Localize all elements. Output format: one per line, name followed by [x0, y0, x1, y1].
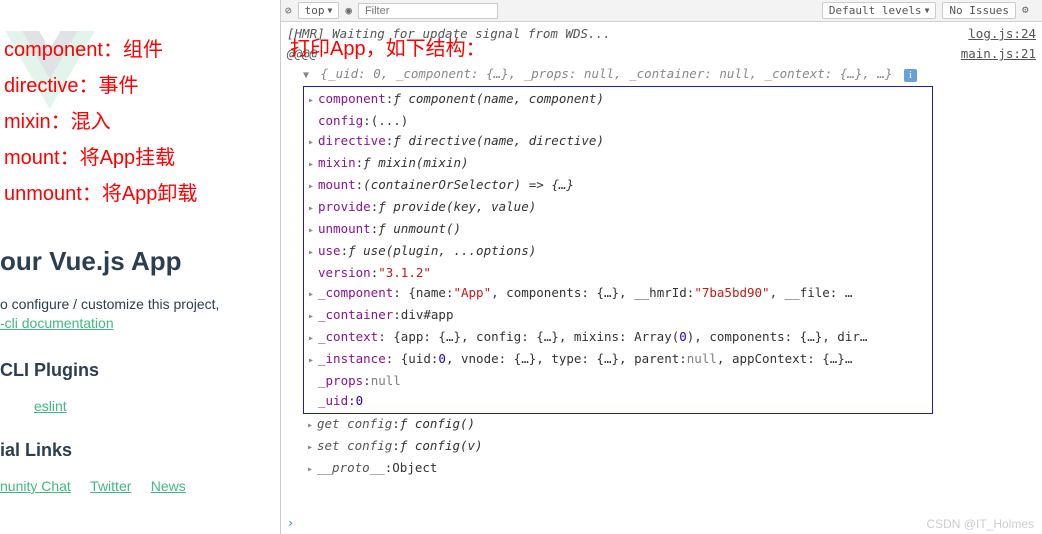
prop-use[interactable]: ▸use: ƒ use(plugin, ...options) [308, 241, 928, 263]
source-link-log[interactable]: log.js:24 [968, 24, 1036, 44]
annotation-component: component：组件 [4, 32, 197, 68]
twitter-link[interactable]: Twitter [90, 478, 131, 494]
page-subtitle: o configure / customize this project, [0, 296, 219, 312]
console-prompt-icon[interactable]: › [287, 516, 294, 530]
issues-button[interactable]: No Issues [942, 2, 1016, 19]
console-toolbar: ⊘ top▼ ◉ Default levels▼ No Issues ⚙ [281, 0, 1042, 22]
annotation-unmount: unmount：将App卸载 [4, 176, 197, 212]
log-levels-selector[interactable]: Default levels▼ [822, 2, 937, 19]
prop-set-config[interactable]: ▸set config: ƒ config(v) [307, 436, 1042, 458]
object-properties-box: ▸component: ƒ component(name, component)… [303, 86, 933, 414]
cli-doc-link[interactable]: -cli documentation [0, 315, 114, 331]
clear-console-icon[interactable]: ⊘ [285, 4, 292, 17]
prop-props-private[interactable]: _props: null [308, 371, 928, 391]
cli-plugins-heading: CLI Plugins [0, 360, 99, 381]
prop-version[interactable]: version: "3.1.2" [308, 263, 928, 283]
prop-config[interactable]: config: (...) [308, 111, 928, 131]
source-link-main[interactable]: main.js:21 [961, 44, 1036, 64]
annotation-mixin: mixin：混入 [4, 104, 197, 140]
annotation-header-note: 打印App，如下结构： [290, 32, 486, 61]
prop-mount[interactable]: ▸mount: (containerOrSelector) => {…} [308, 175, 928, 197]
essential-links-heading: ial Links [0, 440, 72, 461]
gear-icon[interactable]: ⚙ [1022, 3, 1038, 19]
prop-container-private[interactable]: ▸_container: div#app [308, 305, 928, 327]
prop-uid-private[interactable]: _uid: 0 [308, 391, 928, 411]
prop-component[interactable]: ▸component: ƒ component(name, component) [308, 89, 928, 111]
context-selector[interactable]: top▼ [298, 2, 340, 19]
community-chat-link[interactable]: nunity Chat [0, 478, 71, 494]
prop-component-private[interactable]: ▸_component: {name: "App", components: {… [308, 283, 928, 305]
prop-context-private[interactable]: ▸_context: {app: {…}, config: {…}, mixin… [308, 327, 928, 349]
news-link[interactable]: News [151, 478, 186, 494]
annotation-directive: directive：事件 [4, 68, 197, 104]
prop-get-config[interactable]: ▸get config: ƒ config() [307, 414, 1042, 436]
object-summary[interactable]: ▼ {_uid: 0, _component: {…}, _props: nul… [281, 64, 1042, 86]
prop-mixin[interactable]: ▸mixin: ƒ mixin(mixin) [308, 153, 928, 175]
red-annotations: component：组件 directive：事件 mixin：混入 mount… [4, 32, 197, 212]
prop-proto[interactable]: ▸__proto__: Object [307, 458, 1042, 480]
devtools-console: ⊘ top▼ ◉ Default levels▼ No Issues ⚙ [HM… [280, 0, 1042, 534]
annotation-mount: mount：将App挂载 [4, 140, 197, 176]
app-background: component：组件 directive：事件 mixin：混入 mount… [0, 0, 280, 534]
info-icon[interactable]: i [904, 69, 917, 82]
prop-unmount[interactable]: ▸unmount: ƒ unmount() [308, 219, 928, 241]
page-title: our Vue.js App [0, 246, 182, 277]
live-expression-icon[interactable]: ◉ [345, 4, 352, 17]
prop-provide[interactable]: ▸provide: ƒ provide(key, value) [308, 197, 928, 219]
filter-input[interactable] [358, 3, 498, 19]
watermark: CSDN @IT_Holmes [926, 517, 1034, 531]
prop-directive[interactable]: ▸directive: ƒ directive(name, directive) [308, 131, 928, 153]
eslint-link[interactable]: eslint [34, 398, 67, 414]
prop-instance-private[interactable]: ▸_instance: {uid: 0, vnode: {…}, type: {… [308, 349, 928, 371]
